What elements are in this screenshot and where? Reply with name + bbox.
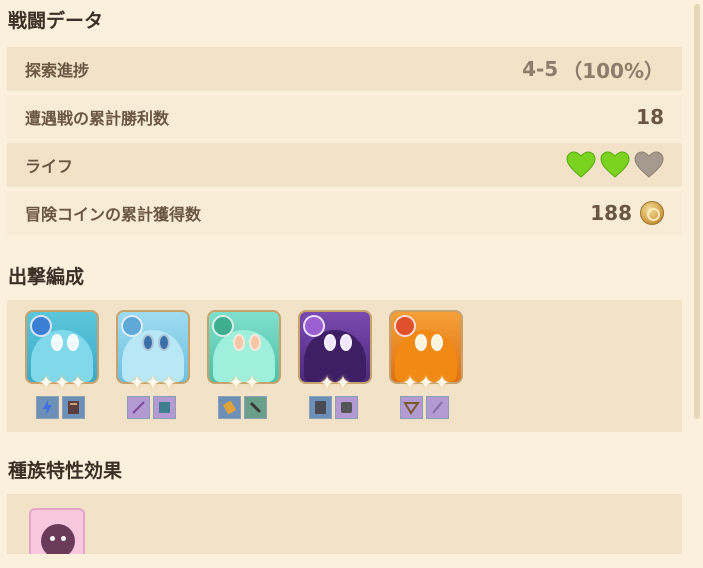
star-icon: ✦ bbox=[69, 372, 86, 394]
scroll-icon[interactable] bbox=[218, 396, 241, 419]
life-hearts bbox=[566, 151, 664, 179]
slime-stars-cryo: ✦ ✦ ✦ bbox=[113, 372, 193, 394]
star-icon: ✦ bbox=[433, 372, 450, 394]
lineup-title: 出撃編成 bbox=[8, 266, 85, 288]
star-icon: ✦ bbox=[402, 372, 419, 394]
slime-eye bbox=[233, 334, 245, 351]
pyro-icon bbox=[394, 315, 416, 337]
electro-icon bbox=[303, 315, 325, 337]
encounter-wins-value: 18 bbox=[636, 105, 664, 129]
tome-icon[interactable] bbox=[309, 396, 332, 419]
heart-filled-icon bbox=[600, 151, 630, 178]
traits-title: 種族特性効果 bbox=[8, 460, 123, 482]
star-icon: ✦ bbox=[145, 372, 161, 394]
staff-icon[interactable] bbox=[426, 396, 449, 419]
adventure-coins-value: 188 bbox=[590, 201, 664, 225]
exploration-progress-value: 4-5 （100%） bbox=[522, 55, 664, 84]
star-icon: ✦ bbox=[38, 372, 55, 394]
star-icon: ✦ bbox=[129, 372, 146, 394]
slime-items-hydro bbox=[36, 396, 85, 419]
slime-stars-pyro: ✦ ✦ ✦ bbox=[386, 372, 466, 394]
slime-eye bbox=[340, 334, 352, 351]
adventure-coins-count: 188 bbox=[590, 201, 632, 225]
progress-stage: 4-5 bbox=[522, 57, 559, 81]
star-icon: ✦ bbox=[160, 372, 177, 394]
star-icon: ✦ bbox=[54, 372, 70, 394]
exploration-progress-label: 探索進捗 bbox=[25, 61, 90, 80]
sword-icon[interactable] bbox=[127, 396, 150, 419]
slime-stars-anemo: ✦ ✦ bbox=[204, 372, 284, 394]
slime-items-electro bbox=[309, 396, 358, 419]
dagger-icon[interactable] bbox=[244, 396, 267, 419]
encounter-wins-label: 遭遇戦の累計勝利数 bbox=[25, 109, 170, 128]
progress-percent: （100%） bbox=[562, 58, 664, 83]
hydro-icon bbox=[30, 315, 52, 337]
star-icon: ✦ bbox=[228, 372, 244, 394]
star-icon: ✦ bbox=[319, 372, 335, 394]
heart-filled-icon bbox=[566, 151, 596, 178]
adventure-coins-label: 冒険コインの累計獲得数 bbox=[25, 205, 202, 224]
slime-eye bbox=[431, 334, 443, 351]
trait-slime-eye bbox=[50, 536, 55, 541]
row-encounter-wins: 遭遇戦の累計勝利数 18 bbox=[7, 95, 682, 139]
life-label: ライフ bbox=[25, 157, 74, 176]
spellbook-icon[interactable] bbox=[153, 396, 176, 419]
trait-slime-eye bbox=[61, 536, 66, 541]
row-exploration-progress: 探索進捗 4-5 （100%） bbox=[7, 47, 682, 91]
slime-eye bbox=[249, 334, 261, 351]
slime-items-cryo bbox=[127, 396, 176, 419]
trait-slime-body bbox=[41, 524, 75, 554]
book-icon[interactable] bbox=[62, 396, 85, 419]
slime-eye bbox=[324, 334, 336, 351]
star-icon: ✦ bbox=[244, 372, 260, 394]
slime-eye bbox=[142, 334, 154, 351]
star-icon: ✦ bbox=[418, 372, 434, 394]
slime-eye bbox=[158, 334, 170, 351]
row-life: ライフ bbox=[7, 143, 682, 187]
slime-items-pyro bbox=[400, 396, 449, 419]
slime-stars-hydro: ✦ ✦ ✦ bbox=[22, 372, 102, 394]
bow-icon[interactable] bbox=[400, 396, 423, 419]
electro-gem-icon[interactable] bbox=[36, 396, 59, 419]
slime-eye bbox=[67, 334, 79, 351]
cryo-icon bbox=[121, 315, 143, 337]
slime-trait-icon[interactable] bbox=[29, 508, 85, 554]
slime-eye bbox=[51, 334, 63, 351]
slime-eye bbox=[415, 334, 427, 351]
traits-panel bbox=[7, 494, 682, 554]
lineup-panel: ✦ ✦ ✦ ✦ ✦ ✦ ✦ ✦ ✦ ✦ ✦ ✦ ✦ bbox=[7, 300, 682, 432]
battle-data-title: 戦闘データ bbox=[8, 10, 104, 32]
scrollbar[interactable] bbox=[694, 4, 700, 419]
slime-stars-electro: ✦ ✦ bbox=[295, 372, 375, 394]
star-icon: ✦ bbox=[335, 372, 351, 394]
coin-icon bbox=[640, 201, 664, 225]
armor-icon[interactable] bbox=[335, 396, 358, 419]
slime-items-anemo bbox=[218, 396, 267, 419]
anemo-icon bbox=[212, 315, 234, 337]
row-adventure-coins: 冒険コインの累計獲得数 188 bbox=[7, 191, 682, 235]
heart-empty-icon bbox=[634, 151, 664, 178]
